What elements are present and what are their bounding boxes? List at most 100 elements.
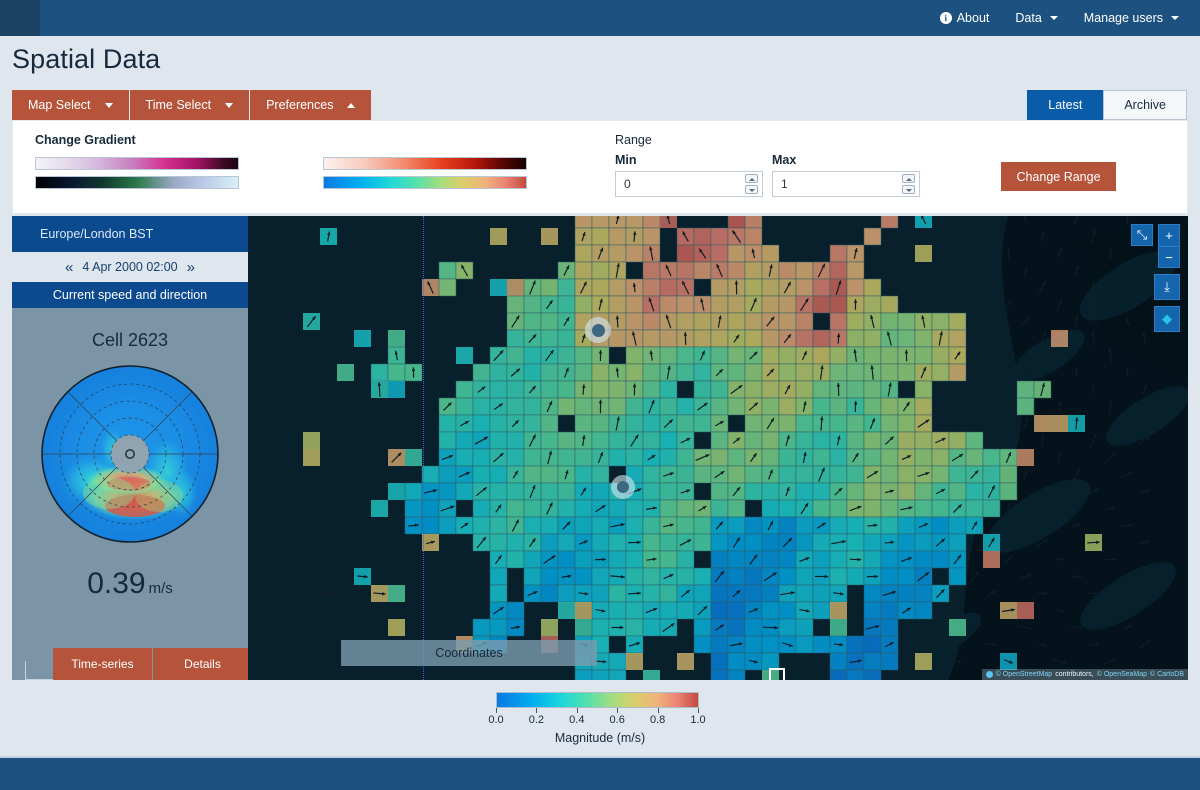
gradient-swatch-4[interactable]: [323, 176, 527, 189]
map-grid-cell[interactable]: [965, 448, 984, 467]
map-grid-cell[interactable]: [591, 414, 610, 433]
map-grid-cell[interactable]: [795, 567, 814, 586]
map-grid-cell[interactable]: [897, 431, 916, 450]
map-grid-cell[interactable]: [761, 431, 780, 450]
tab-latest[interactable]: Latest: [1027, 90, 1104, 120]
map-grid-cell[interactable]: [625, 618, 644, 637]
details-button[interactable]: Details: [153, 648, 248, 680]
map-grid-cell[interactable]: [778, 516, 797, 535]
map-grid-cell[interactable]: [574, 516, 593, 535]
map-grid-cell[interactable]: [574, 465, 593, 484]
min-input[interactable]: [615, 171, 763, 197]
map-grid-cell[interactable]: [625, 346, 644, 365]
min-stepper[interactable]: [745, 174, 758, 194]
map-grid-cell[interactable]: [693, 618, 712, 637]
map-grid-cell[interactable]: [897, 516, 916, 535]
map-grid-cell[interactable]: [557, 533, 576, 552]
map-grid-cell[interactable]: [948, 312, 967, 331]
map-grid-cell[interactable]: [744, 312, 763, 331]
map-grid-cell[interactable]: [829, 312, 848, 331]
map-grid-cell[interactable]: [642, 431, 661, 450]
map-grid-cell[interactable]: [659, 601, 678, 620]
map-grid-cell[interactable]: [812, 448, 831, 467]
map-grid-cell[interactable]: [523, 397, 542, 416]
map-grid-cell[interactable]: [727, 312, 746, 331]
map-grid-cell[interactable]: [659, 431, 678, 450]
map-grid-cell[interactable]: [761, 295, 780, 314]
map-grid-cell[interactable]: [863, 227, 882, 246]
map-grid-cell[interactable]: [608, 278, 627, 297]
map-grid-cell[interactable]: [557, 482, 576, 501]
map-grid-cell[interactable]: [591, 216, 610, 229]
map-grid-cell[interactable]: [897, 363, 916, 382]
map-grid-cell[interactable]: [489, 363, 508, 382]
map-grid-cell[interactable]: [948, 363, 967, 382]
map-grid-cell[interactable]: [846, 261, 865, 280]
map-grid-cell[interactable]: [727, 516, 746, 535]
map-grid-cell[interactable]: [676, 516, 695, 535]
map-grid-cell[interactable]: [676, 261, 695, 280]
map-grid-cell[interactable]: [965, 431, 984, 450]
map-grid-cell[interactable]: [676, 295, 695, 314]
map-grid-cell[interactable]: [575, 602, 592, 619]
map-grid-cell[interactable]: [915, 216, 932, 228]
map-grid-cell[interactable]: [659, 278, 678, 297]
map-grid-cell[interactable]: [863, 601, 882, 620]
map-grid-cell[interactable]: [914, 550, 933, 569]
map-grid-cell[interactable]: [744, 278, 763, 297]
map-grid-cell[interactable]: [744, 618, 763, 637]
map-grid-cell[interactable]: [846, 414, 865, 433]
map-grid-cell[interactable]: [880, 312, 899, 331]
map-grid-cell[interactable]: [693, 533, 712, 552]
map-grid-cell[interactable]: [846, 329, 865, 348]
map-grid-cell[interactable]: [693, 329, 712, 348]
map-grid-cell[interactable]: [897, 329, 916, 348]
map-grid-cell[interactable]: [574, 346, 593, 365]
map-view[interactable]: ⤡ + − ⤓ ◆ Coordinates © OpenStreetMap co…: [248, 216, 1188, 680]
map-grid-cell[interactable]: [761, 329, 780, 348]
stepper-up-icon[interactable]: [902, 174, 915, 183]
map-grid-cell[interactable]: [489, 431, 508, 450]
station-marker[interactable]: [611, 475, 635, 499]
map-grid-cell[interactable]: [676, 414, 695, 433]
map-grid-cell[interactable]: [880, 618, 899, 637]
map-grid-cell[interactable]: [455, 380, 474, 399]
map-grid-cell[interactable]: [778, 465, 797, 484]
map-grid-cell[interactable]: [506, 431, 525, 450]
map-grid-cell[interactable]: [608, 397, 627, 416]
map-grid-cell[interactable]: [863, 669, 882, 680]
map-grid-cell[interactable]: [472, 448, 491, 467]
map-grid-cell[interactable]: [489, 380, 508, 399]
map-grid-cell[interactable]: [642, 216, 661, 229]
map-grid-cell[interactable]: [438, 431, 457, 450]
map-grid-cell[interactable]: [761, 380, 780, 399]
map-grid-cell[interactable]: [489, 533, 508, 552]
map-grid-cell[interactable]: [1016, 397, 1035, 416]
map-grid-cell[interactable]: [693, 635, 712, 654]
map-grid-cell[interactable]: [778, 312, 797, 331]
map-grid-cell[interactable]: [863, 499, 882, 518]
map-grid-cell[interactable]: [931, 363, 950, 382]
map-grid-cell[interactable]: [829, 363, 848, 382]
map-grid-cell[interactable]: [625, 363, 644, 382]
map-grid-cell[interactable]: [744, 516, 763, 535]
map-grid-cell[interactable]: [625, 499, 644, 518]
map-grid-cell[interactable]: [472, 414, 491, 433]
map-grid-cell[interactable]: [676, 550, 695, 569]
map-grid-cell[interactable]: [404, 482, 423, 501]
map-grid-cell[interactable]: [812, 601, 831, 620]
map-grid-cell[interactable]: [693, 414, 712, 433]
map-grid-cell[interactable]: [915, 245, 932, 262]
map-grid-cell[interactable]: [846, 516, 865, 535]
map-grid-cell[interactable]: [983, 551, 1000, 568]
map-grid-cell[interactable]: [676, 601, 695, 620]
map-grid-cell[interactable]: [778, 261, 797, 280]
map-grid-cell[interactable]: [523, 346, 542, 365]
map-grid-cell[interactable]: [812, 346, 831, 365]
map-grid-cell[interactable]: [506, 397, 525, 416]
map-grid-cell[interactable]: [676, 448, 695, 467]
map-grid-cell[interactable]: [642, 312, 661, 331]
map-grid-cell[interactable]: [931, 312, 950, 331]
map-grid-cell[interactable]: [523, 516, 542, 535]
map-grid-cell[interactable]: [829, 465, 848, 484]
